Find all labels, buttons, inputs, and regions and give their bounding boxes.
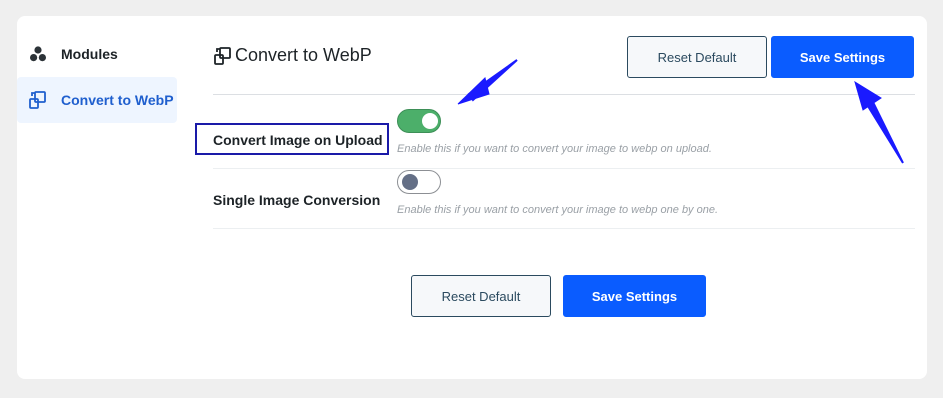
save-settings-button-bottom[interactable]: Save Settings [563, 275, 706, 317]
reset-default-button-bottom[interactable]: Reset Default [411, 275, 551, 317]
page-title: Convert to WebP [213, 45, 372, 66]
header-divider [213, 94, 915, 95]
toggle-knob [422, 113, 438, 129]
settings-card: Modules Convert to WebP Convert to WebP … [17, 16, 927, 379]
setting-label-convert-on-upload: Convert Image on Upload [213, 132, 383, 148]
arrow-to-save-icon [861, 92, 904, 164]
reset-default-button[interactable]: Reset Default [627, 36, 767, 78]
setting-help-convert-on-upload: Enable this if you want to convert your … [397, 143, 712, 155]
convert-on-upload-toggle[interactable] [397, 109, 441, 133]
setting-label-single-conversion: Single Image Conversion [213, 192, 381, 208]
row-divider [213, 228, 915, 229]
sidebar-item-label: Modules [61, 46, 118, 62]
convert-title-icon [213, 46, 233, 66]
save-settings-button[interactable]: Save Settings [771, 36, 914, 78]
page-title-text: Convert to WebP [235, 45, 372, 65]
setting-help-single-conversion: Enable this if you want to convert your … [397, 204, 719, 216]
sidebar-item-modules[interactable]: Modules [17, 31, 177, 77]
sidebar-item-label: Convert to WebP [61, 92, 174, 108]
modules-icon [27, 43, 49, 65]
convert-icon [27, 89, 49, 111]
single-conversion-toggle[interactable] [397, 170, 441, 194]
row-divider [213, 168, 915, 169]
sidebar-item-convert-to-webp[interactable]: Convert to WebP [17, 77, 177, 123]
toggle-knob [402, 174, 418, 190]
